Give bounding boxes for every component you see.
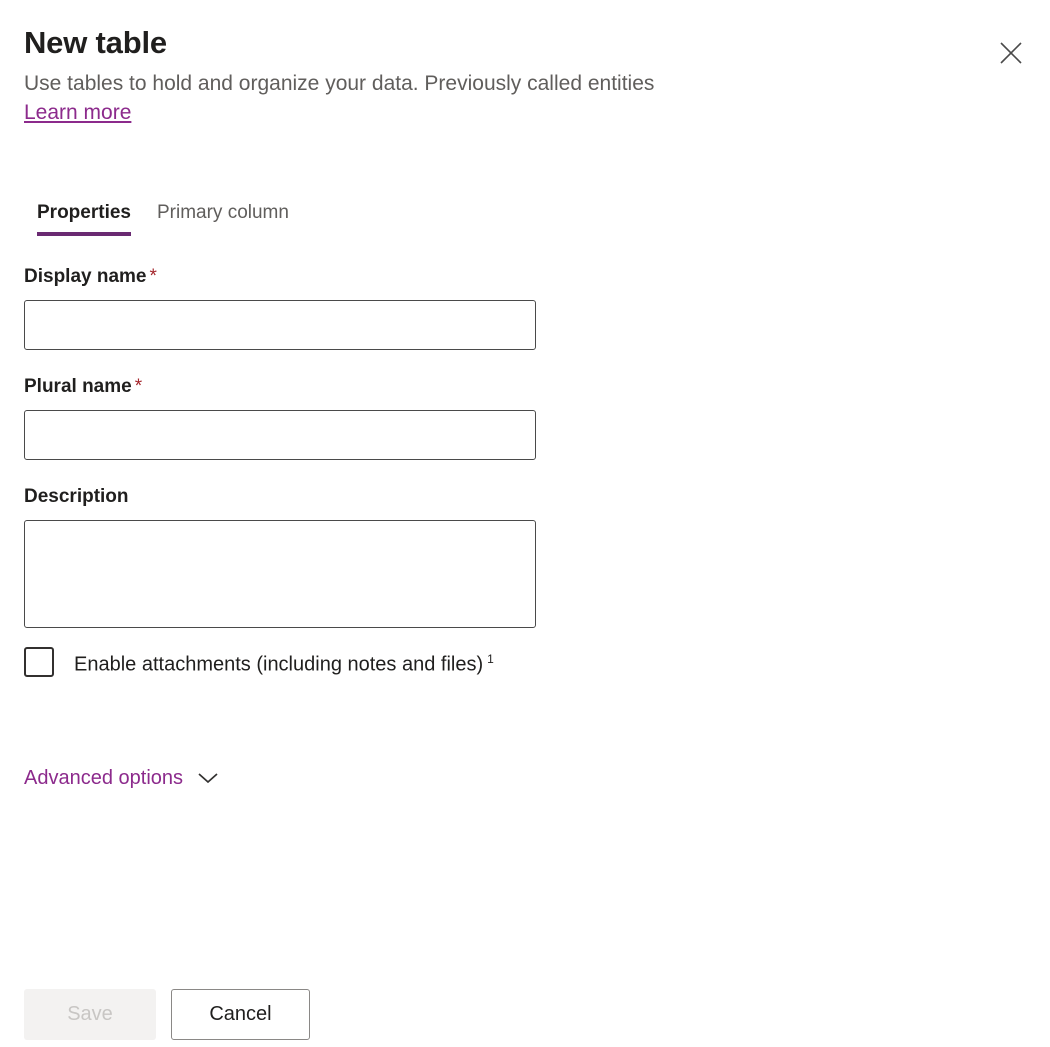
tab-primary-column-label: Primary column [157,202,289,223]
tab-properties[interactable]: Properties [24,196,144,236]
close-button[interactable] [990,32,1032,74]
plural-name-label-text: Plural name [24,376,132,397]
plural-name-label: Plural name* [24,374,544,400]
footnote-marker: 1 [487,652,494,666]
page-title: New table [24,24,984,62]
advanced-options-toggle[interactable]: Advanced options [24,764,219,792]
close-icon [998,40,1024,66]
required-asterisk: * [150,266,157,287]
enable-attachments-checkbox[interactable] [24,647,54,677]
display-name-label: Display name* [24,264,544,290]
dialog-header: New table Use tables to hold and organiz… [24,24,984,127]
tab-list: Properties Primary column [24,196,302,236]
field-description: Description [24,484,544,628]
field-display-name: Display name* [24,264,544,350]
new-table-dialog: New table Use tables to hold and organiz… [0,0,1050,1047]
field-plural-name: Plural name* [24,374,544,460]
chevron-down-icon [197,771,219,785]
dialog-footer: Save Cancel [24,989,310,1040]
display-name-input[interactable] [24,300,536,350]
enable-attachments-row[interactable]: Enable attachments (including notes and … [24,646,544,678]
enable-attachments-label[interactable]: Enable attachments (including notes and … [74,646,494,678]
advanced-options-label: Advanced options [24,764,183,792]
enable-attachments-label-text: Enable attachments (including notes and … [74,654,483,676]
cancel-button[interactable]: Cancel [171,989,310,1040]
dialog-subtitle: Use tables to hold and organize your dat… [24,70,984,98]
plural-name-input[interactable] [24,410,536,460]
description-input[interactable] [24,520,536,628]
description-label: Description [24,484,544,510]
tab-properties-label: Properties [37,202,131,223]
description-label-text: Description [24,486,129,507]
learn-more-link[interactable]: Learn more [24,99,131,127]
tab-primary-column[interactable]: Primary column [144,196,302,236]
properties-form: Display name* Plural name* Description E… [24,264,544,678]
display-name-label-text: Display name [24,266,147,287]
save-button[interactable]: Save [24,989,156,1040]
required-asterisk: * [135,376,142,397]
